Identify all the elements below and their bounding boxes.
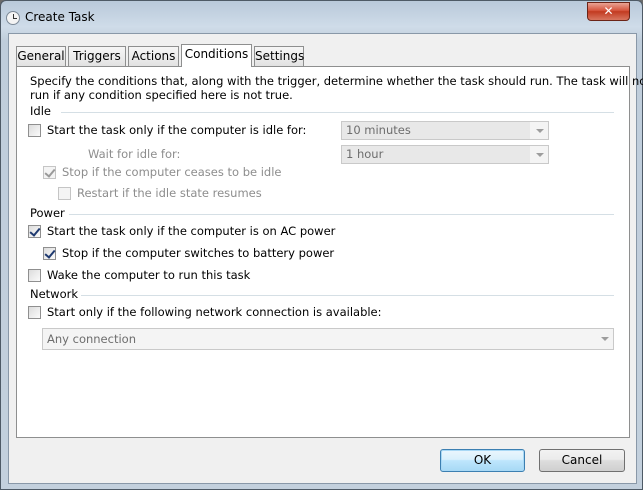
idle-divider — [61, 112, 614, 113]
title-bar[interactable]: Create Task ✕ — [1, 1, 642, 33]
restart-if-resumes-label: Restart if the idle state resumes — [77, 186, 262, 200]
network-divider — [81, 295, 614, 296]
tab-actions[interactable]: Actions — [128, 46, 179, 66]
start-if-network-checkbox[interactable] — [28, 305, 41, 319]
cancel-button[interactable]: Cancel — [539, 449, 625, 472]
stop-if-ceases-label: Stop if the computer ceases to be idle — [62, 165, 282, 179]
tab-conditions[interactable]: Conditions — [181, 44, 252, 67]
create-task-window: Create Task ✕ General Triggers Actions C… — [0, 0, 643, 490]
tab-triggers[interactable]: Triggers — [68, 46, 126, 66]
start-if-idle-option[interactable]: Start the task only if the computer is i… — [28, 122, 306, 138]
wait-for-idle-label: Wait for idle for: — [88, 147, 181, 161]
start-on-ac-checkbox[interactable] — [28, 224, 41, 238]
idle-group-label: Idle — [30, 104, 51, 118]
start-on-ac-label: Start the task only if the computer is o… — [47, 224, 336, 238]
chevron-down-icon — [601, 337, 609, 341]
start-if-network-label: Start only if the following network conn… — [47, 305, 382, 319]
clock-icon — [6, 11, 20, 25]
window-title: Create Task — [25, 10, 95, 24]
close-button[interactable]: ✕ — [587, 2, 630, 21]
conditions-panel: Specify the conditions that, along with … — [16, 66, 643, 438]
idle-duration-combo[interactable]: 10 minutes — [341, 121, 549, 140]
restart-if-resumes-option[interactable]: Restart if the idle state resumes — [58, 185, 262, 201]
chevron-down-icon — [536, 129, 544, 133]
idle-duration-value: 10 minutes — [342, 122, 530, 139]
start-if-idle-label: Start the task only if the computer is i… — [47, 123, 307, 137]
wait-duration-combo[interactable]: 1 hour — [341, 145, 549, 164]
tab-settings[interactable]: Settings — [254, 46, 304, 66]
stop-if-ceases-checkbox[interactable] — [43, 165, 56, 179]
tab-general[interactable]: General — [16, 46, 66, 66]
network-group-label: Network — [30, 287, 79, 301]
restart-if-resumes-checkbox[interactable] — [58, 186, 71, 200]
wait-duration-value: 1 hour — [342, 146, 530, 163]
start-if-network-option[interactable]: Start only if the following network conn… — [28, 304, 382, 320]
conditions-description: Specify the conditions that, along with … — [30, 74, 643, 102]
network-connection-value: Any connection — [43, 329, 595, 349]
wake-to-run-checkbox[interactable] — [28, 268, 41, 282]
description-line-2: run if any condition specified here is n… — [30, 88, 293, 102]
network-connection-combo[interactable]: Any connection — [42, 328, 614, 350]
wake-to-run-label: Wake the computer to run this task — [47, 268, 251, 282]
wake-to-run-option[interactable]: Wake the computer to run this task — [28, 267, 250, 283]
start-if-idle-checkbox[interactable] — [28, 123, 41, 137]
power-divider — [69, 214, 614, 215]
stop-on-battery-option[interactable]: Stop if the computer switches to battery… — [43, 245, 334, 261]
description-line-1: Specify the conditions that, along with … — [30, 74, 643, 88]
chevron-down-icon — [536, 153, 544, 157]
stop-on-battery-checkbox[interactable] — [43, 246, 56, 260]
power-group-label: Power — [30, 206, 65, 220]
dialog-client-area: General Triggers Actions Conditions Sett… — [8, 33, 643, 484]
ok-button[interactable]: OK — [440, 449, 525, 472]
stop-on-battery-label: Stop if the computer switches to battery… — [62, 246, 335, 260]
stop-if-ceases-option[interactable]: Stop if the computer ceases to be idle — [43, 164, 282, 180]
start-on-ac-option[interactable]: Start the task only if the computer is o… — [28, 223, 335, 239]
